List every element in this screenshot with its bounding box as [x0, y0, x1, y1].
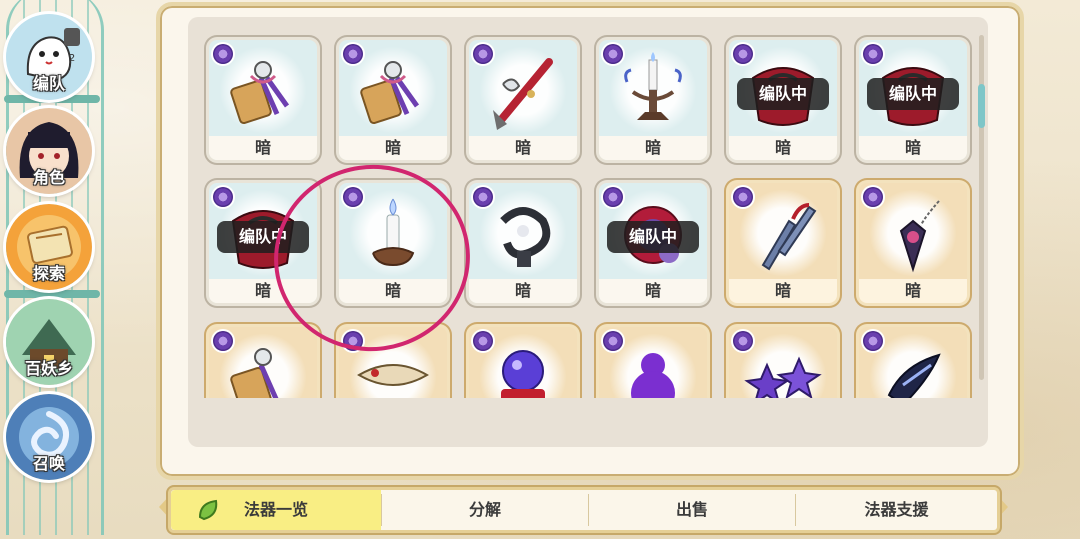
dark-element-badge: [213, 331, 233, 351]
fish-skull-icon: [357, 364, 429, 386]
dark-element-badge: [213, 44, 233, 64]
dark-element-badge: [863, 44, 883, 64]
item-card[interactable]: [859, 327, 967, 398]
partial-row-clip: [188, 320, 978, 398]
tab-sell[interactable]: 出售: [589, 490, 795, 530]
element-label: 暗: [469, 279, 577, 303]
nav-character[interactable]: 角色: [6, 108, 92, 194]
dark-element-badge: [473, 331, 493, 351]
leaf-icon: [198, 499, 218, 521]
candle-icon: [372, 198, 415, 267]
element-label: 暗: [469, 136, 577, 160]
item-card[interactable]: 暗: [859, 183, 967, 303]
tab-decompose[interactable]: 分解: [382, 490, 588, 530]
nav-village[interactable]: 百妖乡: [6, 299, 92, 385]
item-card-selected[interactable]: 暗: [339, 183, 447, 303]
tab-label: 分解: [468, 500, 501, 519]
dark-element-badge: [473, 44, 493, 64]
dark-element-badge: [213, 187, 233, 207]
element-label: 暗: [339, 136, 447, 160]
dark-element-badge: [733, 44, 753, 64]
element-label: 暗: [859, 279, 967, 303]
in-team-badge: 编队中: [867, 78, 959, 110]
item-card[interactable]: [599, 327, 707, 398]
red-spear-icon: [493, 58, 553, 130]
item-card[interactable]: [729, 327, 837, 398]
tab-support[interactable]: 法器支援: [796, 490, 997, 530]
tab-label: 出售: [675, 500, 708, 519]
in-team-badge: 编队中: [217, 221, 309, 253]
kunai-icon: [761, 203, 817, 271]
dark-element-badge: [343, 44, 363, 64]
nav-explore[interactable]: 探索: [6, 204, 92, 290]
tab-label: 法器一览: [243, 500, 308, 519]
pendulum-icon: [899, 200, 940, 273]
dark-element-badge: [863, 331, 883, 351]
svg-text:2: 2: [69, 53, 75, 64]
nav-label: 百妖乡: [24, 359, 73, 378]
dark-element-badge: [343, 331, 363, 351]
dark-element-badge: [863, 187, 883, 207]
nav-team[interactable]: 2 编队: [6, 14, 92, 100]
dark-element-badge: [473, 187, 493, 207]
element-label: 暗: [599, 136, 707, 160]
item-card[interactable]: 暗: [729, 183, 837, 303]
nav-label: 召唤: [32, 454, 65, 473]
candelabra-icon: [624, 52, 682, 120]
item-card[interactable]: [209, 327, 317, 398]
tab-item-list[interactable]: 法器一览: [171, 490, 381, 530]
dark-element-badge: [733, 187, 753, 207]
item-card[interactable]: 暗: [469, 183, 577, 303]
star-crystals-icon: [744, 356, 822, 398]
tag-charm-icon: [360, 61, 420, 125]
dark-element-badge: [603, 331, 623, 351]
item-card[interactable]: 编队中 暗: [859, 40, 967, 160]
tag-charm-icon: [230, 61, 290, 125]
item-card[interactable]: [339, 327, 447, 398]
scrollbar-thumb[interactable]: [978, 84, 985, 128]
tab-label: 法器支援: [864, 500, 929, 519]
in-team-badge: 编队中: [737, 78, 829, 110]
item-card[interactable]: 编队中 暗: [599, 183, 707, 303]
element-label: 暗: [339, 279, 447, 303]
item-card[interactable]: 暗: [599, 40, 707, 160]
element-label: 暗: [209, 136, 317, 160]
element-label: 暗: [599, 279, 707, 303]
nav-label: 探索: [32, 264, 65, 283]
nav-label: 编队: [32, 74, 65, 93]
crystal-ball-icon: [501, 350, 545, 398]
item-card[interactable]: [469, 327, 577, 398]
chain-icon: [500, 207, 551, 267]
item-card[interactable]: 暗: [339, 40, 447, 160]
item-card[interactable]: 编队中 暗: [209, 183, 317, 303]
element-label: 暗: [729, 136, 837, 160]
nav-label: 角色: [32, 168, 65, 187]
item-card[interactable]: 暗: [469, 40, 577, 160]
element-label: 暗: [729, 279, 837, 303]
element-label: 暗: [209, 279, 317, 303]
item-card[interactable]: 暗: [209, 40, 317, 160]
dark-element-badge: [603, 44, 623, 64]
tag-charm-icon: [230, 348, 279, 398]
tab-bar: 法器一览 分解 出售 法器支援: [168, 487, 1000, 533]
dark-element-badge: [733, 331, 753, 351]
dark-element-badge: [343, 187, 363, 207]
nav-summon[interactable]: 召唤: [6, 394, 92, 480]
cage-ring: [4, 290, 100, 298]
side-nav: 2 编队 角色 探索 百妖乡 召唤: [0, 0, 108, 539]
item-card[interactable]: 编队中 暗: [729, 40, 837, 160]
purple-gourd-icon: [631, 353, 675, 398]
element-label: 暗: [859, 136, 967, 160]
dark-blade-icon: [887, 353, 941, 398]
in-team-badge: 编队中: [607, 221, 699, 253]
dark-element-badge: [603, 187, 623, 207]
